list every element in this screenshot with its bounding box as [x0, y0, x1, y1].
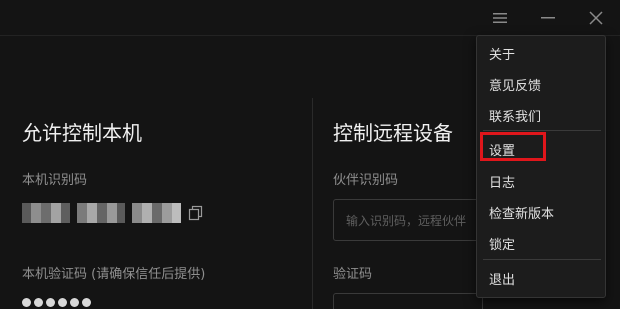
- minimize-button[interactable]: [535, 6, 561, 30]
- title-bar: [0, 0, 620, 36]
- main-menu-dropdown: 关于 意见反馈 联系我们 设置 日志 检查新版本 锁定 退出: [476, 35, 606, 298]
- menu-item-check-update[interactable]: 检查新版本: [489, 203, 554, 222]
- allow-control-title: 允许控制本机: [22, 121, 142, 145]
- menu-item-logs[interactable]: 日志: [489, 172, 515, 191]
- copy-icon[interactable]: [188, 205, 204, 221]
- menu-item-exit[interactable]: 退出: [489, 269, 515, 288]
- menu-item-contact[interactable]: 联系我们: [489, 106, 541, 125]
- app-window: 允许控制本机 本机识别码 本机验证码 (请确保信任后提供) 控制远程设备 伙伴识…: [0, 0, 620, 309]
- device-id-label: 本机识别码: [22, 173, 88, 188]
- verify-code-label: 本机验证码 (请确保信任后提供): [22, 267, 206, 282]
- partner-id-placeholder: 输入识别码，远程伙伴: [346, 213, 467, 228]
- minimize-icon: [541, 17, 555, 19]
- remote-verify-code-label: 验证码: [333, 267, 373, 282]
- close-icon: [589, 11, 603, 25]
- menu-button[interactable]: [487, 6, 513, 30]
- partner-id-label: 伙伴识别码: [333, 173, 399, 188]
- menu-icon: [493, 13, 507, 23]
- remote-verify-code-input[interactable]: [333, 293, 483, 309]
- partner-id-input[interactable]: 输入识别码，远程伙伴: [333, 199, 483, 241]
- remote-control-title: 控制远程设备: [333, 121, 453, 145]
- menu-item-about[interactable]: 关于: [489, 44, 515, 63]
- menu-separator: [483, 130, 601, 131]
- verify-code-masked: [22, 298, 91, 307]
- menu-item-feedback[interactable]: 意见反馈: [489, 75, 541, 94]
- menu-item-lock[interactable]: 锁定: [489, 234, 515, 253]
- menu-separator: [483, 259, 601, 260]
- close-button[interactable]: [583, 6, 609, 30]
- panel-divider: [312, 98, 313, 309]
- menu-item-settings[interactable]: 设置: [489, 140, 515, 159]
